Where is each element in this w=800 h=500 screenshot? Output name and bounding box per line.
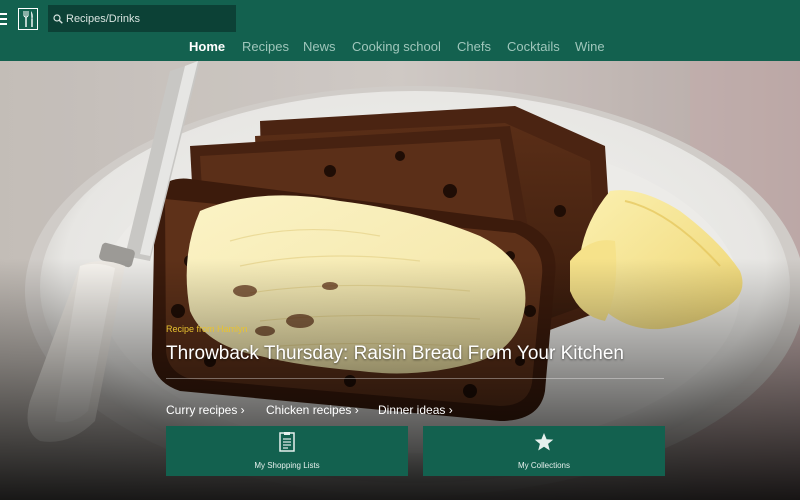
shopping-lists-tile[interactable]: My Shopping Lists bbox=[166, 426, 408, 476]
top-bar: Recipes/Drinks Home Recipes News Cooking… bbox=[0, 0, 800, 61]
nav-item-news[interactable]: News bbox=[303, 39, 336, 54]
quick-link-dinner[interactable]: Dinner ideas › bbox=[378, 403, 453, 417]
nav-item-cocktails[interactable]: Cocktails bbox=[507, 39, 560, 54]
shopping-list-icon bbox=[279, 432, 295, 452]
nav-item-cooking-school[interactable]: Cooking school bbox=[352, 39, 441, 54]
quick-link-chicken[interactable]: Chicken recipes › bbox=[266, 403, 359, 417]
main-nav: Home Recipes News Cooking school Chefs C… bbox=[0, 39, 800, 57]
nav-item-wine[interactable]: Wine bbox=[575, 39, 605, 54]
search-input-value: Recipes/Drinks bbox=[66, 12, 140, 25]
collections-label: My Collections bbox=[517, 461, 570, 470]
hero-title[interactable]: Throwback Thursday: Raisin Bread From Yo… bbox=[166, 343, 624, 365]
nav-item-home[interactable]: Home bbox=[189, 39, 225, 54]
nav-item-recipes[interactable]: Recipes bbox=[242, 39, 289, 54]
hero-divider bbox=[166, 378, 664, 379]
star-icon bbox=[534, 433, 554, 451]
nav-item-chefs[interactable]: Chefs bbox=[457, 39, 491, 54]
shopping-lists-label: My Shopping Lists bbox=[254, 461, 320, 470]
search-input[interactable]: Recipes/Drinks bbox=[48, 5, 236, 32]
hero-banner[interactable]: Recipe from Hamlyn Throwback Thursday: R… bbox=[0, 61, 800, 500]
recipe-source: Recipe from Hamlyn bbox=[166, 324, 248, 334]
fork-knife-icon[interactable] bbox=[18, 8, 38, 30]
search-icon bbox=[53, 13, 63, 24]
quick-link-curry[interactable]: Curry recipes › bbox=[166, 403, 245, 417]
hamburger-menu-icon[interactable] bbox=[0, 13, 8, 25]
collections-tile[interactable]: My Collections bbox=[423, 426, 665, 476]
